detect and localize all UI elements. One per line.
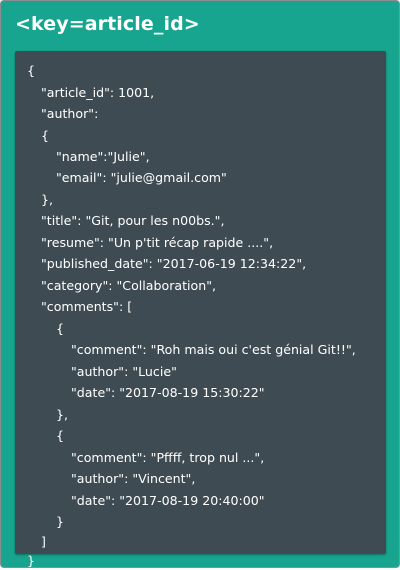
code-line-11: "category": "Collaboration", [41, 278, 217, 293]
code-line-1: { [27, 63, 36, 78]
code-line-16: "date": "2017-08-19 15:30:22" [71, 385, 265, 400]
card-title: <key=article_id> [15, 13, 200, 35]
code-line-23: ] [41, 534, 46, 549]
code-line-17: }, [56, 407, 69, 422]
code-line-6: "email": "julie@gmail.com" [56, 170, 227, 185]
code-line-8: "title": "Git, pour les n00bs.", [41, 213, 225, 228]
code-line-21: "date": "2017-08-19 20:40:00" [71, 493, 265, 508]
code-line-10: "published_date": "2017-06-19 12:34:22", [41, 256, 307, 271]
code-line-12: "comments": [ [41, 299, 133, 314]
code-line-4: { [41, 128, 50, 143]
code-line-7: }, [41, 192, 54, 207]
code-line-2: "article_id": 1001, [41, 85, 155, 100]
code-line-20: "author": "Vincent", [71, 471, 196, 486]
json-code-panel: { "article_id": 1001, "author": { "name"… [15, 51, 386, 568]
code-line-22: } [56, 514, 65, 529]
code-line-9: "resume": "Un p'tit récap rapide ....", [41, 235, 274, 250]
code-line-15: "author": "Lucie" [71, 364, 177, 379]
code-line-19: "comment": "Pffff, trop nul ...", [71, 450, 265, 465]
code-line-3: "author": [41, 106, 99, 121]
code-line-13: { [56, 321, 65, 336]
code-line-18: { [56, 428, 65, 443]
code-line-24: } [27, 553, 36, 568]
code-line-5: "name":"Julie", [56, 149, 150, 164]
code-line-14: "comment": "Roh mais oui c'est génial Gi… [71, 342, 356, 357]
document-card: <key=article_id> { "article_id": 1001, "… [0, 0, 400, 568]
